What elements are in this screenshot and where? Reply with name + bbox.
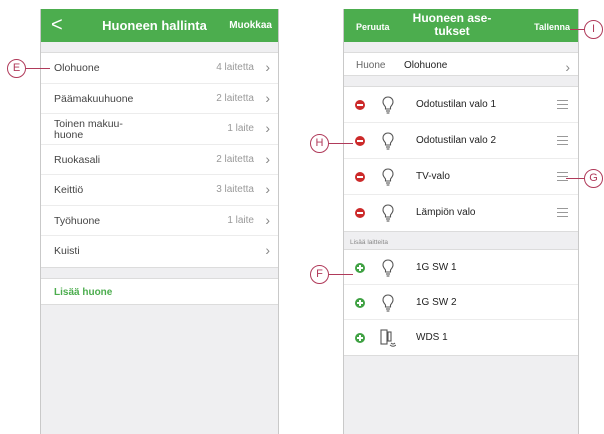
assigned-device-list: Odotustilan valo 1 Odotustilan valo 2 TV… xyxy=(344,86,578,232)
callout-line-g xyxy=(566,178,584,179)
device-count: 4 laitetta xyxy=(216,62,254,73)
page-title: Huoneen ase-tukset xyxy=(412,11,492,38)
remove-device-button[interactable] xyxy=(355,172,365,182)
chevron-right-icon: › xyxy=(265,59,270,75)
cancel-button[interactable]: Peruuta xyxy=(356,22,390,32)
root: < Huoneen hallinta Muokkaa Olohuone 4 la… xyxy=(0,0,604,434)
chevron-right-icon: › xyxy=(265,150,270,167)
drag-handle-icon[interactable] xyxy=(557,208,568,217)
bulb-icon xyxy=(382,204,394,222)
remove-device-button[interactable] xyxy=(355,136,365,146)
callout-line-i xyxy=(570,29,584,30)
edit-button[interactable]: Muokkaa xyxy=(229,20,272,31)
drag-handle-icon[interactable] xyxy=(557,100,568,109)
bulb-icon xyxy=(382,294,394,312)
remove-device-button[interactable] xyxy=(355,208,365,218)
callout-marker-i: I xyxy=(584,20,603,39)
room-item-tyohuone[interactable]: Työhuone 1 laite › xyxy=(41,206,278,236)
bulb-icon xyxy=(382,96,394,114)
available-device-list: 1G SW 1 1G SW 2 WDS 1 xyxy=(344,249,578,356)
callout-marker-g: G xyxy=(584,169,603,188)
device-name: Odotustilan valo 1 xyxy=(416,99,497,110)
device-name: WDS 1 xyxy=(416,332,448,343)
device-count: 3 laitetta xyxy=(216,184,254,195)
device-row: 1G SW 2 xyxy=(344,285,578,320)
room-item-olohuone[interactable]: Olohuone 4 laitetta › xyxy=(41,53,278,84)
device-row: Odotustilan valo 1 xyxy=(344,87,578,123)
back-button[interactable]: < xyxy=(51,14,63,36)
room-settings-screen: Peruuta Huoneen ase-tukset Tallenna Huon… xyxy=(343,9,579,434)
room-field-value: Olohuone xyxy=(404,60,448,71)
add-room-button[interactable]: Lisää huone xyxy=(41,277,278,305)
device-name: TV-valo xyxy=(416,171,450,182)
room-item-kuisti[interactable]: Kuisti › xyxy=(41,236,278,267)
room-name: Olohuone xyxy=(54,62,100,74)
bulb-icon xyxy=(382,132,394,150)
device-count: 1 laite xyxy=(227,123,254,134)
callout-marker-e: E xyxy=(7,59,26,78)
chevron-right-icon: › xyxy=(265,120,270,136)
room-item-toinen-makuuhuone[interactable]: Toinen makuu-huone 1 laite › xyxy=(41,114,278,145)
room-item-ruokasali[interactable]: Ruokasali 2 laitetta › xyxy=(41,145,278,175)
chevron-right-icon: › xyxy=(265,89,270,106)
device-count: 1 laite xyxy=(227,214,254,226)
remove-device-button[interactable] xyxy=(355,100,365,110)
drag-handle-icon[interactable] xyxy=(557,172,568,181)
device-row: Odotustilan valo 2 xyxy=(344,123,578,159)
room-name: Työhuone xyxy=(54,214,101,227)
callout-marker-h: H xyxy=(310,134,329,153)
add-devices-section-label: Lisää laitteita xyxy=(350,239,388,246)
room-list: Olohuone 4 laitetta › Päämakuuhuone 2 la… xyxy=(41,52,278,268)
device-row: 1G SW 1 xyxy=(344,250,578,285)
drag-handle-icon[interactable] xyxy=(557,136,568,145)
device-count: 2 laitetta xyxy=(216,153,254,165)
device-name: Lämpiön valo xyxy=(416,207,476,218)
callout-line-h xyxy=(329,143,353,144)
header: < Huoneen hallinta Muokkaa xyxy=(41,9,278,42)
room-name: Ruokasali xyxy=(54,153,101,166)
chevron-right-icon: › xyxy=(265,211,270,228)
add-device-button[interactable] xyxy=(355,263,365,273)
device-count: 2 laitetta xyxy=(216,92,254,104)
chevron-right-icon: › xyxy=(565,59,570,75)
room-name: Kuisti xyxy=(54,245,80,257)
callout-line-e xyxy=(26,68,50,69)
device-row: WDS 1 xyxy=(344,320,578,355)
page-title: Huoneen hallinta xyxy=(102,18,207,33)
callout-marker-f: F xyxy=(310,265,329,284)
room-name: Keittiö xyxy=(54,184,84,196)
device-row: Lämpiön valo xyxy=(344,195,578,231)
door-sensor-icon xyxy=(380,329,396,347)
room-name: Toinen makuu-huone xyxy=(54,118,123,141)
device-name: Odotustilan valo 2 xyxy=(416,135,497,146)
add-room-label: Lisää huone xyxy=(54,286,113,298)
room-selector[interactable]: Huone Olohuone › xyxy=(344,52,578,76)
room-item-paamakuuhuone[interactable]: Päämakuuhuone 2 laitetta › xyxy=(41,84,278,114)
room-field-label: Huone xyxy=(356,60,386,71)
device-name: 1G SW 1 xyxy=(416,262,457,273)
add-device-button[interactable] xyxy=(355,298,365,308)
room-management-screen: < Huoneen hallinta Muokkaa Olohuone 4 la… xyxy=(40,9,279,434)
add-device-button[interactable] xyxy=(355,333,365,343)
room-item-keittio[interactable]: Keittiö 3 laitetta › xyxy=(41,175,278,206)
room-name: Päämakuuhuone xyxy=(54,92,134,105)
bulb-icon xyxy=(382,259,394,277)
chevron-right-icon: › xyxy=(265,181,270,197)
save-button[interactable]: Tallenna xyxy=(534,22,570,32)
callout-line-f xyxy=(329,274,353,275)
bulb-icon xyxy=(382,168,394,186)
chevron-right-icon: › xyxy=(265,242,270,258)
header: Peruuta Huoneen ase-tukset Tallenna xyxy=(344,9,578,42)
device-row: TV-valo xyxy=(344,159,578,195)
device-name: 1G SW 2 xyxy=(416,297,457,308)
